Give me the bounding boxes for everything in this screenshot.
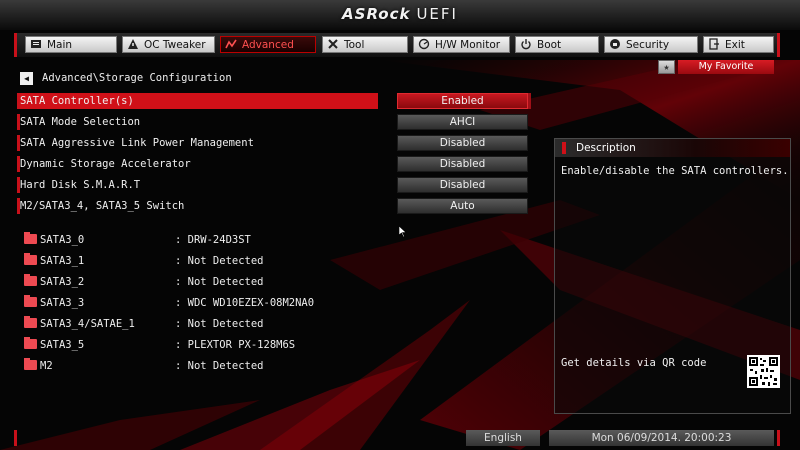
row-marker — [17, 93, 20, 109]
drive-sata3-5[interactable]: SATA3_5 — [24, 337, 84, 353]
product-name: UEFI — [416, 5, 458, 23]
tab-exit-label: Exit — [725, 39, 745, 51]
tab-hw-monitor-label: H/W Monitor — [435, 39, 501, 51]
drive-device: : Not Detected — [175, 318, 264, 330]
drive-port-label: SATA3_4/SATAE_1 — [40, 318, 135, 330]
setting-sata-mode[interactable]: SATA Mode Selection — [20, 114, 378, 130]
row-marker — [17, 135, 20, 151]
folder-icon — [24, 337, 37, 349]
drive-port-label: SATA3_3 — [40, 297, 85, 309]
setting-hdd-smart[interactable]: Hard Disk S.M.A.R.T — [20, 177, 378, 193]
setting-sata-controllers[interactable]: SATA Controller(s) — [20, 93, 378, 109]
qr-code-label: Get details via QR code — [561, 357, 707, 369]
drive-port-label: M2 — [40, 360, 53, 372]
tab-hw-monitor[interactable]: H/W Monitor — [413, 36, 510, 53]
setting-m2-sata-switch[interactable]: M2/SATA3_4, SATA3_5 Switch — [20, 198, 378, 214]
qr-code-icon — [747, 355, 780, 388]
row-marker — [17, 198, 20, 214]
tab-advanced-label: Advanced — [242, 39, 294, 51]
setting-dynamic-storage-accelerator[interactable]: Dynamic Storage Accelerator — [20, 156, 378, 172]
value-sata-mode[interactable]: AHCI — [397, 114, 528, 130]
asrock-uefi-logo: ASRock UEFI — [0, 0, 800, 28]
my-favorite-button[interactable]: My Favorite — [678, 60, 774, 74]
security-icon — [610, 39, 620, 49]
favorite-star-button[interactable]: ★ — [658, 60, 675, 74]
hw-monitor-icon — [418, 38, 430, 50]
folder-icon — [24, 358, 37, 370]
exit-icon — [709, 38, 719, 50]
folder-icon — [24, 316, 37, 328]
drive-device: : WDC WD10EZEX-08M2NA0 — [175, 297, 315, 309]
drive-device: : DRW-24D3ST — [175, 234, 251, 246]
setting-sata-alpm[interactable]: SATA Aggressive Link Power Management — [20, 135, 378, 151]
folder-icon — [24, 274, 37, 286]
datetime-display: Mon 06/09/2014. 20:00:23 — [549, 430, 774, 446]
breadcrumb-path: Advanced\Storage Configuration — [42, 72, 232, 84]
value-sata-controllers[interactable]: Enabled — [397, 93, 528, 109]
tab-boot[interactable]: Boot — [515, 36, 599, 53]
description-text: Enable/disable the SATA controllers. — [561, 165, 789, 177]
description-panel: Description Enable/disable the SATA cont… — [554, 138, 791, 414]
value-sata-alpm[interactable]: Disabled — [397, 135, 528, 151]
main-tab-bar: Main OC Tweaker Advanced Tool H/W Monito… — [14, 33, 780, 57]
description-title: Description — [555, 139, 790, 157]
value-edge — [528, 93, 531, 109]
drive-m2[interactable]: M2 — [24, 358, 53, 374]
tab-oc-tweaker-label: OC Tweaker — [144, 39, 206, 51]
drive-port-label: SATA3_2 — [40, 276, 85, 288]
drive-device: : Not Detected — [175, 255, 264, 267]
folder-icon — [24, 232, 37, 244]
back-button[interactable]: ◀ — [20, 72, 33, 85]
tab-tool[interactable]: Tool — [322, 36, 408, 53]
mouse-cursor-icon — [399, 226, 407, 237]
drive-port-label: SATA3_0 — [40, 234, 85, 246]
row-marker — [17, 114, 20, 130]
folder-icon — [24, 253, 37, 265]
drive-sata3-3[interactable]: SATA3_3 — [24, 295, 84, 311]
oc-tweaker-icon — [128, 39, 138, 49]
drive-device: : PLEXTOR PX-128M6S — [175, 339, 296, 351]
drive-sata3-4-satae-1[interactable]: SATA3_4/SATAE_1 — [24, 316, 135, 332]
value-hdd-smart[interactable]: Disabled — [397, 177, 528, 193]
boot-icon — [521, 39, 531, 50]
value-dynamic-storage-accelerator[interactable]: Disabled — [397, 156, 528, 172]
tab-advanced[interactable]: Advanced — [220, 36, 316, 53]
drive-sata3-0[interactable]: SATA3_0 — [24, 232, 84, 248]
folder-icon — [24, 295, 37, 307]
language-button[interactable]: English — [466, 430, 540, 446]
tab-security-label: Security — [626, 39, 670, 51]
breadcrumb: ◀ Advanced\Storage Configuration — [20, 71, 232, 85]
main-icon — [31, 40, 41, 48]
tab-oc-tweaker[interactable]: OC Tweaker — [122, 36, 215, 53]
drive-device: : Not Detected — [175, 276, 264, 288]
tab-security[interactable]: Security — [604, 36, 698, 53]
row-marker — [17, 177, 20, 193]
tool-icon — [328, 39, 338, 49]
value-m2-sata-switch[interactable]: Auto — [397, 198, 528, 214]
brand-name: ASRock — [342, 5, 411, 23]
advanced-icon — [225, 39, 237, 49]
row-marker — [17, 156, 20, 172]
tab-exit[interactable]: Exit — [703, 36, 774, 53]
tab-main-label: Main — [47, 39, 73, 51]
drive-sata3-2[interactable]: SATA3_2 — [24, 274, 84, 290]
tab-main[interactable]: Main — [25, 36, 117, 53]
drive-sata3-1[interactable]: SATA3_1 — [24, 253, 84, 269]
drive-port-label: SATA3_1 — [40, 255, 85, 267]
drive-port-label: SATA3_5 — [40, 339, 85, 351]
tab-boot-label: Boot — [537, 39, 562, 51]
drive-device: : Not Detected — [175, 360, 264, 372]
tab-tool-label: Tool — [344, 39, 365, 51]
